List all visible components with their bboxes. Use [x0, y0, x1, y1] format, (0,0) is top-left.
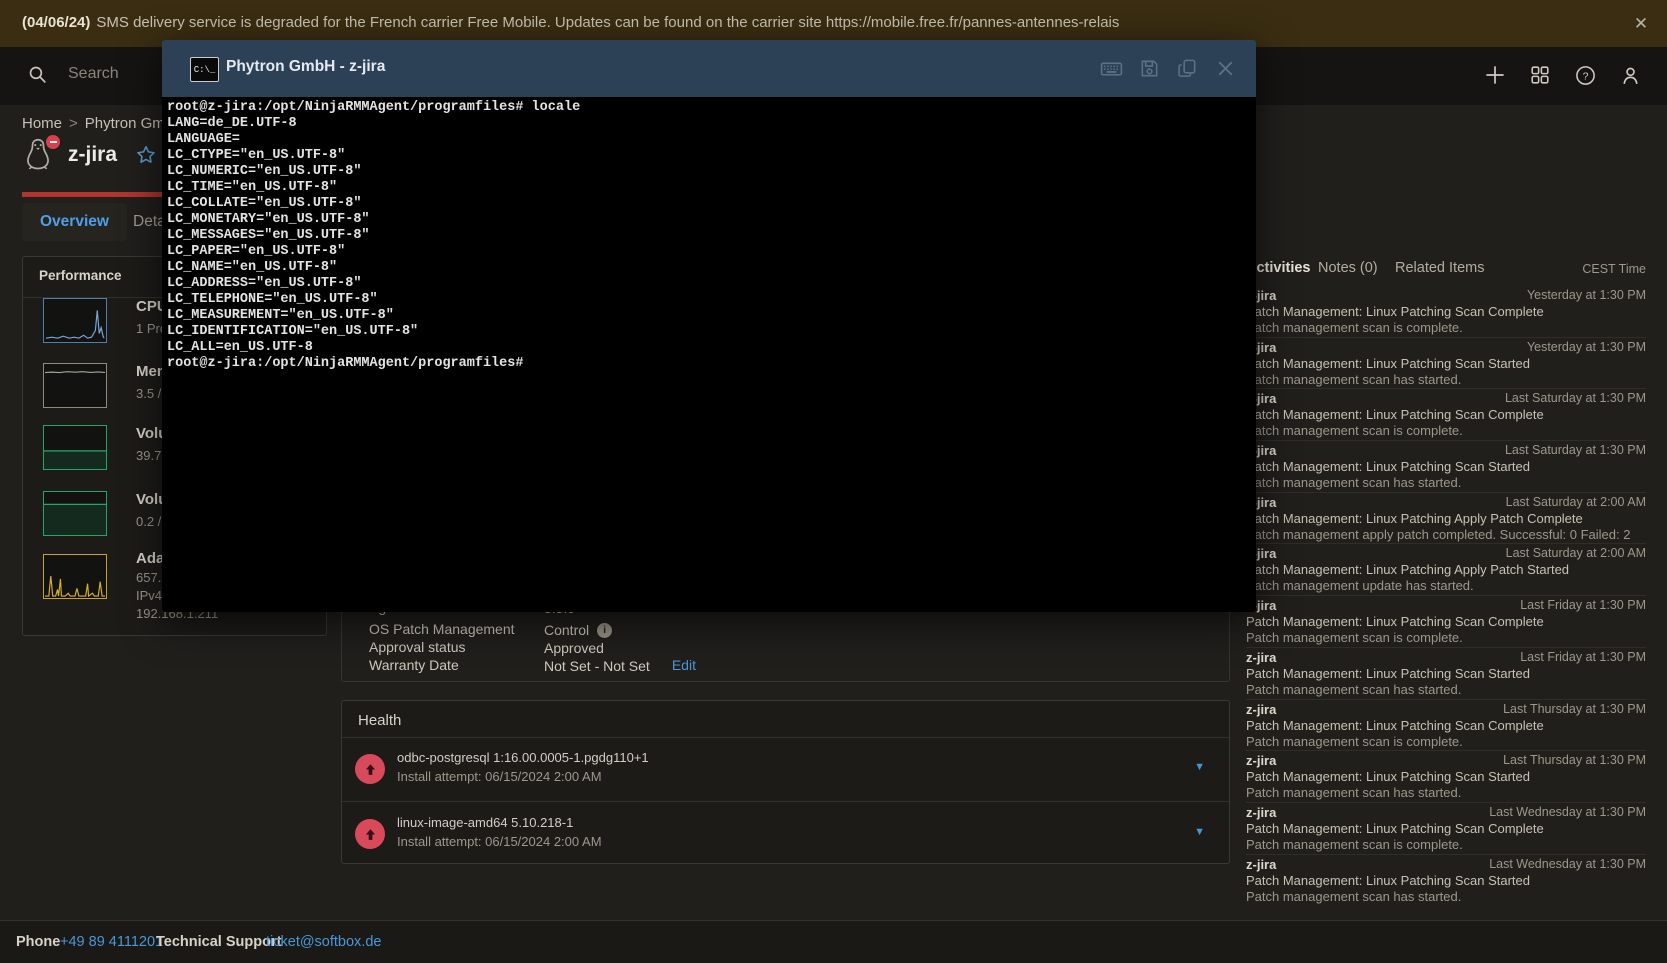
support-label: Technical Support [156, 934, 281, 950]
warranty-edit-link[interactable]: Edit [672, 657, 696, 675]
detail-row-os-patch: OS Patch Management Control i [369, 621, 1209, 639]
favorite-star-icon[interactable] [135, 144, 157, 166]
terminal-line: LC_NUMERIC="en_US.UTF-8" [162, 164, 1256, 180]
package-name: odbc-postgresql 1:16.00.0005-1.pgdg110+1 [397, 750, 649, 765]
detail-row-approval: Approval status Approved [369, 639, 1209, 657]
terminal-output[interactable]: root@z-jira:/opt/NinjaRMMAgent/programfi… [162, 97, 1256, 612]
activity-entry: z-jiraLast Wednesday at 1:30 PM Patch Ma… [1246, 855, 1646, 907]
breadcrumb-home[interactable]: Home [22, 115, 62, 132]
device-header: z-jira [24, 138, 157, 172]
health-panel: Health odbc-postgresql 1:16.00.0005-1.pg… [341, 700, 1230, 864]
activity-entry: z-jiraLast Thursday at 1:30 PM Patch Man… [1246, 751, 1646, 803]
keyboard-icon[interactable] [1099, 56, 1124, 81]
terminal-line: LC_TIME="en_US.UTF-8" [162, 180, 1256, 196]
activity-entry: z-jiraLast Saturday at 2:00 AM Patch Man… [1246, 544, 1646, 596]
terminal-title: Phytron GmbH - z-jira [226, 58, 385, 76]
terminal-line: LC_MONETARY="en_US.UTF-8" [162, 212, 1256, 228]
phone-link[interactable]: +49 89 4111201 [60, 934, 163, 950]
activity-entry: z-jiraLast Saturday at 2:00 AM Patch Man… [1246, 493, 1646, 545]
tab-overview[interactable]: Overview [22, 203, 127, 241]
svg-text:?: ? [1582, 70, 1588, 82]
memory-sparkline [43, 363, 107, 408]
close-icon[interactable] [1213, 56, 1238, 81]
terminal-line: LANGUAGE= [162, 132, 1256, 148]
breadcrumb: Home>Phytron GmbH [22, 115, 184, 132]
terminal-line: LANG=de_DE.UTF-8 [162, 116, 1256, 132]
performance-title: Performance [39, 268, 122, 283]
linux-penguin-icon [24, 138, 54, 172]
install-attempt: Install attempt: 06/15/2024 2:00 AM [397, 834, 602, 849]
timezone-label: CEST Time [1582, 262, 1646, 276]
activity-entry: z-jiraLast Thursday at 1:30 PM Patch Man… [1246, 700, 1646, 752]
health-item-odbc: odbc-postgresql 1:16.00.0005-1.pgdg110+1… [342, 737, 1229, 801]
terminal-line: LC_MEASUREMENT="en_US.UTF-8" [162, 308, 1256, 324]
expand-caret-icon[interactable]: ▼ [1194, 761, 1205, 773]
tab-related-items[interactable]: Related Items [1395, 260, 1484, 276]
update-arrow-icon [355, 819, 385, 849]
activity-entry: z-jiraLast Saturday at 1:30 PM Patch Man… [1246, 441, 1646, 493]
activity-entry: z-jiraLast Friday at 1:30 PM Patch Manag… [1246, 648, 1646, 700]
terminal-line: LC_IDENTIFICATION="en_US.UTF-8" [162, 324, 1256, 340]
save-icon[interactable] [1137, 56, 1162, 81]
volume2-gauge [43, 491, 107, 536]
health-item-linux-image: linux-image-amd64 5.10.218-1 Install att… [342, 801, 1229, 865]
approval-status-value: Approved [544, 639, 604, 657]
activity-entry: z-jiraYesterday at 1:30 PM Patch Managem… [1246, 286, 1646, 338]
terminal-titlebar[interactable]: C:\_ Phytron GmbH - z-jira [162, 40, 1256, 97]
update-arrow-icon [355, 754, 385, 784]
volume1-gauge [43, 425, 107, 470]
alert-banner-message: (04/06/24)SMS delivery service is degrad… [22, 14, 1119, 31]
terminal-line: LC_TELEPHONE="en_US.UTF-8" [162, 292, 1256, 308]
terminal-line: LC_ALL=en_US.UTF-8 [162, 340, 1256, 356]
activity-entry: z-jiraLast Wednesday at 1:30 PM Patch Ma… [1246, 803, 1646, 855]
terminal-line: root@z-jira:/opt/NinjaRMMAgent/programfi… [162, 100, 1256, 116]
activity-tabs: Activities Notes (0) Related Items CEST … [1246, 260, 1646, 282]
tab-notes[interactable]: Notes (0) [1318, 260, 1378, 276]
terminal-line: LC_ADDRESS="en_US.UTF-8" [162, 276, 1256, 292]
banner-close-icon[interactable]: ✕ [1628, 11, 1654, 37]
info-icon[interactable]: i [597, 623, 612, 638]
app-root: (04/06/24)SMS delivery service is degrad… [0, 0, 1667, 963]
activity-entry: z-jiraYesterday at 1:30 PM Patch Managem… [1246, 338, 1646, 390]
support-email-link[interactable]: ticket@softbox.de [266, 934, 381, 950]
terminal-line: LC_CTYPE="en_US.UTF-8" [162, 148, 1256, 164]
user-icon[interactable] [1617, 62, 1643, 88]
help-icon[interactable]: ? [1572, 62, 1598, 88]
terminal-line: LC_NAME="en_US.UTF-8" [162, 260, 1256, 276]
device-name: z-jira [68, 143, 117, 167]
search-icon[interactable] [24, 61, 50, 87]
cpu-sparkline [43, 298, 107, 343]
terminal-icon: C:\_ [190, 57, 219, 82]
device-down-badge [46, 135, 60, 149]
footer: Phone +49 89 4111201 Technical Support t… [0, 920, 1667, 963]
terminal-line: LC_PAPER="en_US.UTF-8" [162, 244, 1256, 260]
health-title: Health [358, 712, 401, 729]
adapter-sparkline [43, 554, 107, 599]
expand-caret-icon[interactable]: ▼ [1194, 826, 1205, 838]
detail-row-warranty: Warranty Date Not Set - Not Set Edit [369, 657, 1209, 675]
activity-entry: z-jiraLast Saturday at 1:30 PM Patch Man… [1246, 389, 1646, 441]
phone-label: Phone [16, 934, 60, 950]
add-icon[interactable] [1482, 62, 1508, 88]
terminal-line: LC_MESSAGES="en_US.UTF-8" [162, 228, 1256, 244]
terminal-window: C:\_ Phytron GmbH - z-jira root@z-jira:/… [162, 40, 1256, 612]
package-name: linux-image-amd64 5.10.218-1 [397, 815, 573, 830]
apps-grid-icon[interactable] [1527, 62, 1553, 88]
activity-entry: z-jiraLast Friday at 1:30 PM Patch Manag… [1246, 596, 1646, 648]
terminal-line: LC_COLLATE="en_US.UTF-8" [162, 196, 1256, 212]
activity-list: z-jiraYesterday at 1:30 PM Patch Managem… [1246, 286, 1646, 906]
alert-banner-date: (04/06/24) [22, 14, 90, 31]
copy-icon[interactable] [1175, 56, 1200, 81]
breadcrumb-separator: > [69, 115, 78, 132]
install-attempt: Install attempt: 06/15/2024 2:00 AM [397, 769, 602, 784]
terminal-line: root@z-jira:/opt/NinjaRMMAgent/programfi… [162, 356, 1256, 372]
